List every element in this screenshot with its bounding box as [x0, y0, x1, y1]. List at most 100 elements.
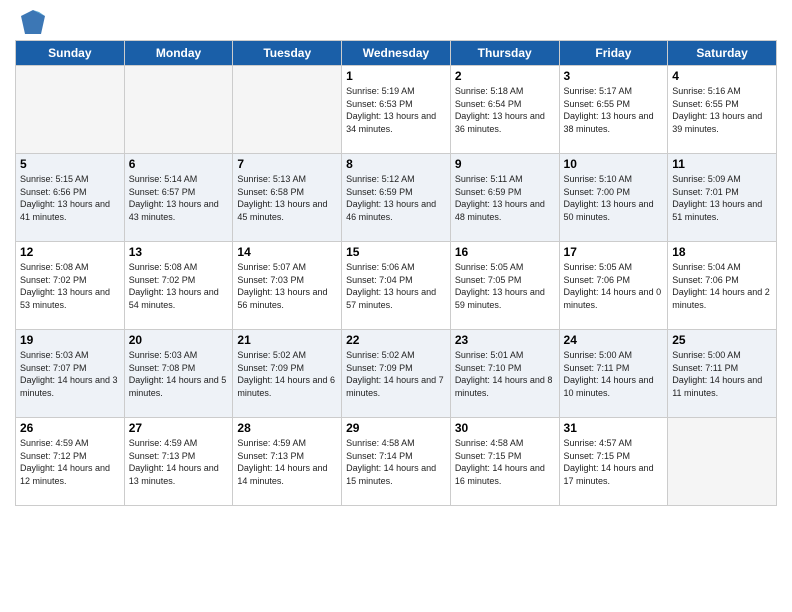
day-number: 22 — [346, 333, 446, 347]
cell-info: Sunrise: 5:02 AMSunset: 7:09 PMDaylight:… — [237, 350, 335, 398]
calendar-cell: 22 Sunrise: 5:02 AMSunset: 7:09 PMDaylig… — [342, 330, 451, 418]
calendar-cell: 7 Sunrise: 5:13 AMSunset: 6:58 PMDayligh… — [233, 154, 342, 242]
day-number: 10 — [564, 157, 664, 171]
cell-info: Sunrise: 5:14 AMSunset: 6:57 PMDaylight:… — [129, 174, 219, 222]
day-number: 13 — [129, 245, 229, 259]
cell-info: Sunrise: 4:57 AMSunset: 7:15 PMDaylight:… — [564, 438, 654, 486]
day-number: 25 — [672, 333, 772, 347]
cell-info: Sunrise: 5:19 AMSunset: 6:53 PMDaylight:… — [346, 86, 436, 134]
calendar-cell: 23 Sunrise: 5:01 AMSunset: 7:10 PMDaylig… — [450, 330, 559, 418]
cell-info: Sunrise: 5:02 AMSunset: 7:09 PMDaylight:… — [346, 350, 444, 398]
cell-info: Sunrise: 5:12 AMSunset: 6:59 PMDaylight:… — [346, 174, 436, 222]
calendar-cell: 12 Sunrise: 5:08 AMSunset: 7:02 PMDaylig… — [16, 242, 125, 330]
cell-info: Sunrise: 5:10 AMSunset: 7:00 PMDaylight:… — [564, 174, 654, 222]
calendar-week-row: 5 Sunrise: 5:15 AMSunset: 6:56 PMDayligh… — [16, 154, 777, 242]
cell-info: Sunrise: 5:05 AMSunset: 7:06 PMDaylight:… — [564, 262, 662, 310]
calendar-cell: 3 Sunrise: 5:17 AMSunset: 6:55 PMDayligh… — [559, 66, 668, 154]
day-number: 15 — [346, 245, 446, 259]
calendar-cell: 1 Sunrise: 5:19 AMSunset: 6:53 PMDayligh… — [342, 66, 451, 154]
day-number: 9 — [455, 157, 555, 171]
calendar-cell: 27 Sunrise: 4:59 AMSunset: 7:13 PMDaylig… — [124, 418, 233, 506]
calendar-cell: 29 Sunrise: 4:58 AMSunset: 7:14 PMDaylig… — [342, 418, 451, 506]
day-number: 27 — [129, 421, 229, 435]
page-container: SundayMondayTuesdayWednesdayThursdayFrid… — [0, 0, 792, 516]
day-number: 8 — [346, 157, 446, 171]
day-number: 3 — [564, 69, 664, 83]
day-number: 20 — [129, 333, 229, 347]
calendar-cell: 30 Sunrise: 4:58 AMSunset: 7:15 PMDaylig… — [450, 418, 559, 506]
cell-info: Sunrise: 4:58 AMSunset: 7:14 PMDaylight:… — [346, 438, 436, 486]
cell-info: Sunrise: 5:15 AMSunset: 6:56 PMDaylight:… — [20, 174, 110, 222]
day-number: 2 — [455, 69, 555, 83]
logo — [15, 10, 49, 32]
cell-info: Sunrise: 5:18 AMSunset: 6:54 PMDaylight:… — [455, 86, 545, 134]
day-number: 5 — [20, 157, 120, 171]
calendar-cell: 14 Sunrise: 5:07 AMSunset: 7:03 PMDaylig… — [233, 242, 342, 330]
logo-icon — [17, 6, 49, 38]
calendar-table: SundayMondayTuesdayWednesdayThursdayFrid… — [15, 40, 777, 506]
cell-info: Sunrise: 4:59 AMSunset: 7:13 PMDaylight:… — [129, 438, 219, 486]
day-number: 29 — [346, 421, 446, 435]
cell-info: Sunrise: 4:59 AMSunset: 7:12 PMDaylight:… — [20, 438, 110, 486]
calendar-cell: 21 Sunrise: 5:02 AMSunset: 7:09 PMDaylig… — [233, 330, 342, 418]
cell-info: Sunrise: 5:11 AMSunset: 6:59 PMDaylight:… — [455, 174, 545, 222]
cell-info: Sunrise: 5:03 AMSunset: 7:08 PMDaylight:… — [129, 350, 227, 398]
calendar-cell: 19 Sunrise: 5:03 AMSunset: 7:07 PMDaylig… — [16, 330, 125, 418]
calendar-cell: 10 Sunrise: 5:10 AMSunset: 7:00 PMDaylig… — [559, 154, 668, 242]
calendar-cell: 20 Sunrise: 5:03 AMSunset: 7:08 PMDaylig… — [124, 330, 233, 418]
day-number: 7 — [237, 157, 337, 171]
calendar-cell: 8 Sunrise: 5:12 AMSunset: 6:59 PMDayligh… — [342, 154, 451, 242]
cell-info: Sunrise: 4:58 AMSunset: 7:15 PMDaylight:… — [455, 438, 545, 486]
day-number: 14 — [237, 245, 337, 259]
cell-info: Sunrise: 5:09 AMSunset: 7:01 PMDaylight:… — [672, 174, 762, 222]
calendar-cell: 11 Sunrise: 5:09 AMSunset: 7:01 PMDaylig… — [668, 154, 777, 242]
day-number: 17 — [564, 245, 664, 259]
calendar-day-header: Saturday — [668, 41, 777, 66]
day-number: 4 — [672, 69, 772, 83]
calendar-day-header: Sunday — [16, 41, 125, 66]
calendar-cell: 4 Sunrise: 5:16 AMSunset: 6:55 PMDayligh… — [668, 66, 777, 154]
header — [15, 10, 777, 32]
calendar-cell: 9 Sunrise: 5:11 AMSunset: 6:59 PMDayligh… — [450, 154, 559, 242]
day-number: 12 — [20, 245, 120, 259]
day-number: 21 — [237, 333, 337, 347]
calendar-week-row: 1 Sunrise: 5:19 AMSunset: 6:53 PMDayligh… — [16, 66, 777, 154]
calendar-day-header: Friday — [559, 41, 668, 66]
day-number: 18 — [672, 245, 772, 259]
day-number: 1 — [346, 69, 446, 83]
calendar-cell: 2 Sunrise: 5:18 AMSunset: 6:54 PMDayligh… — [450, 66, 559, 154]
day-number: 19 — [20, 333, 120, 347]
calendar-cell — [124, 66, 233, 154]
cell-info: Sunrise: 5:08 AMSunset: 7:02 PMDaylight:… — [20, 262, 110, 310]
calendar-week-row: 19 Sunrise: 5:03 AMSunset: 7:07 PMDaylig… — [16, 330, 777, 418]
calendar-cell: 28 Sunrise: 4:59 AMSunset: 7:13 PMDaylig… — [233, 418, 342, 506]
calendar-cell — [16, 66, 125, 154]
calendar-cell: 16 Sunrise: 5:05 AMSunset: 7:05 PMDaylig… — [450, 242, 559, 330]
cell-info: Sunrise: 5:06 AMSunset: 7:04 PMDaylight:… — [346, 262, 436, 310]
calendar-cell: 26 Sunrise: 4:59 AMSunset: 7:12 PMDaylig… — [16, 418, 125, 506]
day-number: 23 — [455, 333, 555, 347]
calendar-week-row: 26 Sunrise: 4:59 AMSunset: 7:12 PMDaylig… — [16, 418, 777, 506]
day-number: 28 — [237, 421, 337, 435]
calendar-week-row: 12 Sunrise: 5:08 AMSunset: 7:02 PMDaylig… — [16, 242, 777, 330]
cell-info: Sunrise: 5:16 AMSunset: 6:55 PMDaylight:… — [672, 86, 762, 134]
calendar-cell: 18 Sunrise: 5:04 AMSunset: 7:06 PMDaylig… — [668, 242, 777, 330]
cell-info: Sunrise: 5:00 AMSunset: 7:11 PMDaylight:… — [564, 350, 654, 398]
calendar-cell: 13 Sunrise: 5:08 AMSunset: 7:02 PMDaylig… — [124, 242, 233, 330]
day-number: 6 — [129, 157, 229, 171]
cell-info: Sunrise: 5:03 AMSunset: 7:07 PMDaylight:… — [20, 350, 118, 398]
calendar-header-row: SundayMondayTuesdayWednesdayThursdayFrid… — [16, 41, 777, 66]
cell-info: Sunrise: 5:01 AMSunset: 7:10 PMDaylight:… — [455, 350, 553, 398]
calendar-day-header: Wednesday — [342, 41, 451, 66]
calendar-cell: 25 Sunrise: 5:00 AMSunset: 7:11 PMDaylig… — [668, 330, 777, 418]
calendar-cell: 31 Sunrise: 4:57 AMSunset: 7:15 PMDaylig… — [559, 418, 668, 506]
cell-info: Sunrise: 5:04 AMSunset: 7:06 PMDaylight:… — [672, 262, 770, 310]
cell-info: Sunrise: 5:05 AMSunset: 7:05 PMDaylight:… — [455, 262, 545, 310]
cell-info: Sunrise: 5:08 AMSunset: 7:02 PMDaylight:… — [129, 262, 219, 310]
calendar-cell: 24 Sunrise: 5:00 AMSunset: 7:11 PMDaylig… — [559, 330, 668, 418]
calendar-day-header: Thursday — [450, 41, 559, 66]
day-number: 30 — [455, 421, 555, 435]
day-number: 26 — [20, 421, 120, 435]
calendar-cell — [233, 66, 342, 154]
calendar-cell: 15 Sunrise: 5:06 AMSunset: 7:04 PMDaylig… — [342, 242, 451, 330]
